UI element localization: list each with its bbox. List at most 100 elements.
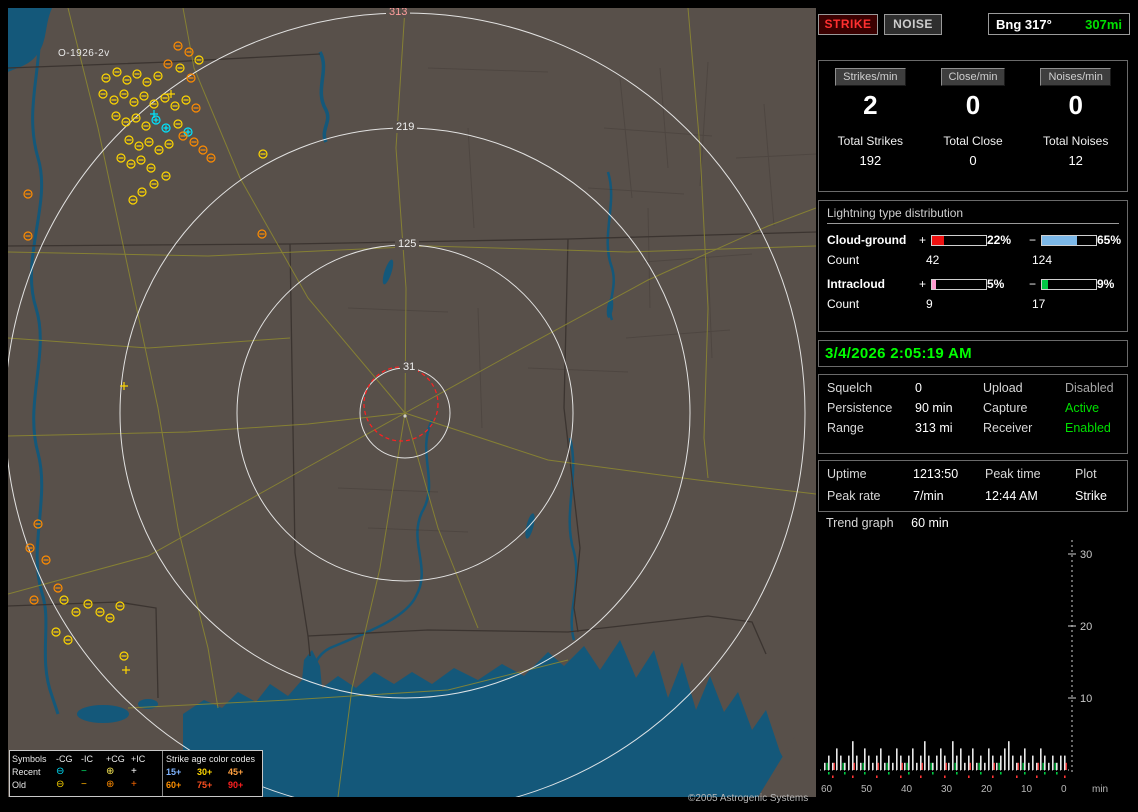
trend-window-value: 60 min xyxy=(911,516,949,530)
cg-negative-bar xyxy=(1041,234,1097,246)
legend-row-label: Old xyxy=(12,779,27,790)
plot-label: Plot xyxy=(1075,467,1097,481)
lightning-map[interactable]: 313 219 125 31 O-1926-2v Symbols -CG -IC… xyxy=(8,8,816,797)
legend-age-row-recent: 15+ 30+ 45+ xyxy=(166,765,259,778)
cg-negative-count: 124 xyxy=(1032,253,1053,267)
ic-positive-bar xyxy=(931,278,987,290)
strike-symbol xyxy=(173,119,183,129)
strike-symbol xyxy=(150,110,158,118)
plus-sign: + xyxy=(919,277,927,291)
strike-symbol xyxy=(134,141,144,151)
uptime-value: 1213:50 xyxy=(913,467,959,481)
strike-symbol xyxy=(175,63,185,73)
strike-symbol xyxy=(131,113,141,123)
status-panel: STRIKE NOISE Bng 317° 307mi Strikes/min … xyxy=(818,8,1130,806)
strike-symbol xyxy=(29,595,39,605)
svg-text:50: 50 xyxy=(861,784,873,795)
range-value: 313 mi xyxy=(915,421,953,435)
strike-symbol xyxy=(141,121,151,131)
noise-mode-button[interactable]: NOISE xyxy=(884,14,942,35)
strike-symbol xyxy=(257,229,267,239)
strike-symbol-icon: ⊕ xyxy=(106,778,115,790)
receiver-value: Enabled xyxy=(1065,421,1111,435)
legend-row-recent: Recent ⊖ − ⊕ + xyxy=(12,765,160,778)
strike-symbol xyxy=(105,613,115,623)
legend-symbols-section: Symbols -CG -IC +CG +IC Recent ⊖ − ⊕ + O… xyxy=(10,751,163,796)
distribution-box: Lightning type distribution Cloud-ground… xyxy=(818,200,1128,332)
legend-age-row-old: 60+ 75+ 90+ xyxy=(166,778,259,791)
strike-symbol xyxy=(41,555,51,565)
total-strikes-value: 192 xyxy=(859,153,882,168)
trend-graph-label: Trend graph xyxy=(826,516,894,530)
strike-symbol xyxy=(71,607,81,617)
intracloud-label: Intracloud xyxy=(827,277,886,291)
peak-rate-value: 7/min xyxy=(913,489,944,503)
cg-positive-bar xyxy=(931,234,987,246)
legend-col-pos-ic: +IC xyxy=(131,753,146,764)
strike-symbol xyxy=(206,153,216,163)
svg-text:30: 30 xyxy=(1080,549,1092,561)
legend-col-pos-cg: +CG xyxy=(106,753,125,764)
trend-graph: 10 20 30 60 50 40 30 20 10 0 min xyxy=(820,540,1108,795)
close-per-min-chip[interactable]: Close/min xyxy=(940,68,1006,86)
cloud-ground-label: Cloud-ground xyxy=(827,233,907,247)
strike-symbol xyxy=(129,97,139,107)
legend-col-neg-ic: -IC xyxy=(81,753,93,764)
legend-age-title: Strike age color codes xyxy=(166,753,256,764)
strike-symbol xyxy=(121,117,131,127)
strikes-per-min-value: 2 xyxy=(863,90,878,120)
noises-per-min-chip[interactable]: Noises/min xyxy=(1040,68,1111,86)
strike-symbol xyxy=(258,149,268,159)
storm-cell-label: O-1926-2v xyxy=(58,48,110,59)
strike-symbol xyxy=(124,135,134,145)
peak-rate-label: Peak rate xyxy=(827,489,881,503)
upload-value: Disabled xyxy=(1065,381,1114,395)
ic-negative-count: 17 xyxy=(1032,297,1046,311)
strike-symbol xyxy=(163,59,173,69)
strike-symbol xyxy=(151,115,161,125)
total-close-label: Total Close xyxy=(943,134,1003,148)
svg-text:0: 0 xyxy=(1061,784,1067,795)
intracloud-row: Intracloud + 5% − 9% xyxy=(827,277,1119,291)
legend-header-row: Symbols -CG -IC +CG +IC xyxy=(12,752,160,765)
strike-symbol xyxy=(111,111,121,121)
svg-text:60: 60 xyxy=(821,784,833,795)
noises-per-min-value: 0 xyxy=(1068,90,1083,120)
bearing-distance: 307mi xyxy=(1085,16,1122,32)
strike-symbol-icon: + xyxy=(131,778,137,790)
strike-symbol xyxy=(154,145,164,155)
upload-label: Upload xyxy=(983,381,1023,395)
range-ring-label: 219 xyxy=(393,121,418,133)
peak-time-label: Peak time xyxy=(985,467,1041,481)
close-per-min-value: 0 xyxy=(965,90,981,120)
strike-symbol xyxy=(101,73,111,83)
capture-value: Active xyxy=(1065,401,1100,415)
svg-text:10: 10 xyxy=(1021,784,1033,795)
minus-sign: − xyxy=(1029,233,1037,247)
strike-symbol xyxy=(112,67,122,77)
strike-symbol xyxy=(115,601,125,611)
strike-symbol xyxy=(149,179,159,189)
squelch-value: 0 xyxy=(915,381,922,395)
datetime-display: 3/4/2026 2:05:19 AM xyxy=(818,340,1128,367)
strike-mode-button[interactable]: STRIKE xyxy=(818,14,878,35)
minus-sign: − xyxy=(1029,277,1037,291)
close-rate-column: Close/min 0 Total Close 0 xyxy=(922,61,1025,191)
strike-symbol xyxy=(59,595,69,605)
strike-symbol xyxy=(153,71,163,81)
plot-value: Strike xyxy=(1075,489,1107,503)
strike-symbol xyxy=(144,137,154,147)
strike-symbol xyxy=(53,583,63,593)
strike-symbol xyxy=(119,89,129,99)
strike-symbol xyxy=(146,163,156,173)
age-code: 75+ xyxy=(197,779,213,790)
svg-text:20: 20 xyxy=(1080,621,1092,633)
settings-box: Squelch 0 Upload Disabled Persistence 90… xyxy=(818,374,1128,454)
strike-symbol xyxy=(128,195,138,205)
total-close-value: 0 xyxy=(969,153,977,168)
strike-symbol xyxy=(23,189,33,199)
strike-symbol xyxy=(184,47,194,57)
strikes-per-min-chip[interactable]: Strikes/min xyxy=(835,68,906,86)
noises-rate-column: Noises/min 0 Total Noises 12 xyxy=(1024,61,1127,191)
svg-text:min: min xyxy=(1092,784,1108,795)
